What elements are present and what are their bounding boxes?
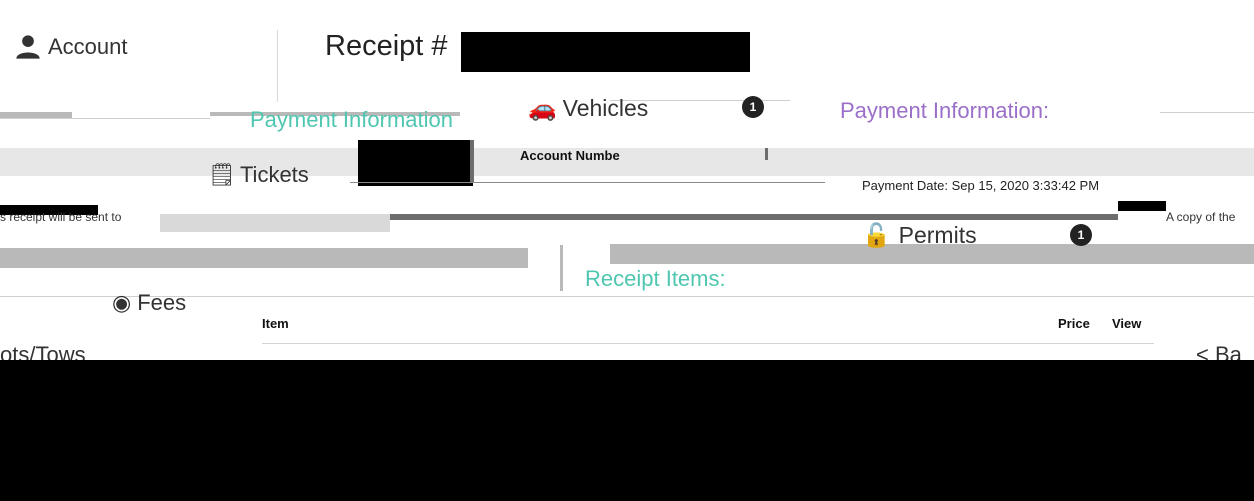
header-divider bbox=[277, 30, 278, 102]
vehicles-label: Vehicles bbox=[562, 95, 649, 121]
permits-count-badge: 1 bbox=[1070, 224, 1092, 246]
garbled-text bbox=[160, 214, 390, 232]
nav-vehicles[interactable]: 🚗 Vehicles bbox=[528, 95, 648, 122]
payment-date: Payment Date: Sep 15, 2020 3:33:42 PM bbox=[862, 178, 1100, 193]
vehicles-count-badge: 1 bbox=[742, 96, 764, 118]
redaction-block bbox=[0, 360, 1254, 501]
lock-icon: 🔓 bbox=[862, 222, 891, 248]
divider bbox=[0, 118, 210, 119]
divider bbox=[1160, 112, 1254, 113]
table-header-rule bbox=[262, 343, 1154, 344]
tickets-label: Tickets bbox=[239, 162, 309, 187]
account-link[interactable]: Account bbox=[14, 32, 128, 62]
column-header-item: Item bbox=[262, 316, 289, 331]
payment-info-heading: Payment Information bbox=[250, 107, 453, 132]
redaction-block bbox=[358, 140, 473, 186]
fees-label: Fees bbox=[137, 290, 187, 315]
account-label: Account bbox=[48, 34, 128, 59]
garbled-text bbox=[390, 214, 1118, 220]
divider bbox=[350, 182, 825, 183]
ticket-icon: 🗒 bbox=[208, 162, 236, 187]
email-note: s receipt will be sent to bbox=[0, 210, 122, 224]
column-header-price: Price bbox=[1058, 316, 1090, 331]
nav-permits[interactable]: 🔓 Permits bbox=[862, 222, 977, 249]
copy-note: A copy of the bbox=[1166, 210, 1236, 224]
garbled-band bbox=[0, 248, 528, 268]
permits-label: Permits bbox=[898, 222, 977, 248]
nav-tickets[interactable]: 🗒 Tickets bbox=[208, 162, 309, 188]
garbled-text bbox=[470, 140, 474, 182]
page-title: Receipt # bbox=[325, 30, 448, 62]
redaction-block bbox=[1118, 201, 1166, 211]
redaction-block bbox=[461, 32, 750, 72]
coin-icon: ◉ bbox=[112, 290, 132, 315]
divider bbox=[0, 296, 1254, 297]
garbled-text bbox=[0, 112, 72, 118]
person-icon bbox=[16, 35, 40, 59]
payment-info-heading-secondary: Payment Information: bbox=[840, 98, 1050, 123]
car-icon: 🚗 bbox=[528, 95, 557, 121]
account-number-label: Account Numbe bbox=[520, 148, 620, 163]
garbled-text bbox=[765, 148, 768, 160]
column-header-view: View bbox=[1112, 316, 1142, 331]
nav-fees[interactable]: ◉ Fees bbox=[112, 290, 186, 316]
garbled-text bbox=[560, 245, 563, 291]
receipt-items-heading: Receipt Items: bbox=[585, 266, 726, 291]
